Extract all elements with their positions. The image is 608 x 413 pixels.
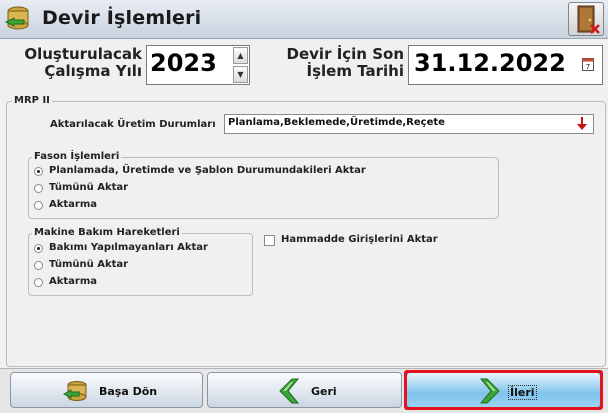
calendar-icon[interactable]: 7: [582, 56, 594, 71]
restart-button-label: Başa Dön: [99, 385, 158, 398]
mrp-group-title: MRP II: [12, 95, 52, 106]
spin-down-icon[interactable]: ▼: [233, 66, 248, 83]
arrow-left-icon: [276, 377, 302, 409]
year-label: Oluşturulacak Çalışma Yılı: [14, 46, 142, 80]
year-spinner[interactable]: ▲ ▼: [233, 47, 248, 83]
fason-option-3-label[interactable]: Aktarma: [49, 199, 97, 210]
window-title: Devir İşlemleri: [42, 7, 202, 29]
fason-option-1-radio[interactable]: [34, 167, 43, 176]
date-label: Devir İçin Son İşlem Tarihi: [262, 46, 404, 80]
dropdown-arrow-icon[interactable]: [576, 116, 588, 132]
calendar-day-number: 7: [586, 63, 590, 71]
maintenance-group-title: Makine Bakım Hareketleri: [32, 227, 182, 238]
date-value: 31.12.2022: [414, 49, 566, 77]
exit-button[interactable]: [568, 2, 604, 36]
year-label-line1: Oluşturulacak: [24, 45, 142, 63]
maintenance-option-1-label[interactable]: Bakımı Yapılmayanları Aktar: [49, 242, 208, 253]
fason-group-title: Fason İşlemleri: [32, 151, 122, 162]
maintenance-option-1-radio[interactable]: [34, 244, 43, 253]
next-button-highlight: [404, 370, 603, 410]
fason-option-2-label[interactable]: Tümünü Aktar: [49, 182, 128, 193]
maintenance-option-3-label[interactable]: Aktarma: [49, 276, 97, 287]
back-button-label: Geri: [311, 385, 337, 398]
spin-up-icon[interactable]: ▲: [233, 47, 248, 64]
fason-option-1-label[interactable]: Planlamada, Üretimde ve Şablon Durumunda…: [49, 165, 366, 176]
restart-button[interactable]: Başa Dön: [10, 372, 203, 408]
fason-option-2-radio[interactable]: [34, 184, 43, 193]
raw-material-checkbox[interactable]: [264, 235, 275, 246]
fason-option-3-radio[interactable]: [34, 201, 43, 210]
year-value: 2023: [150, 49, 217, 77]
app-database-icon: [4, 4, 36, 34]
production-status-label: Aktarılacak Üretim Durumları: [50, 119, 216, 130]
maintenance-option-3-radio[interactable]: [34, 278, 43, 287]
exit-door-icon: [577, 5, 600, 34]
production-status-value: Planlama,Beklemede,Üretimde,Reçete: [228, 117, 445, 128]
restart-database-icon: [62, 380, 91, 406]
back-button[interactable]: Geri: [207, 372, 402, 408]
year-label-line2: Çalışma Yılı: [44, 62, 142, 80]
raw-material-label[interactable]: Hammadde Girişlerini Aktar: [281, 234, 438, 245]
date-label-line2: İşlem Tarihi: [306, 62, 404, 80]
maintenance-option-2-radio[interactable]: [34, 261, 43, 270]
date-label-line1: Devir İçin Son: [286, 45, 404, 63]
maintenance-option-2-label[interactable]: Tümünü Aktar: [49, 259, 128, 270]
